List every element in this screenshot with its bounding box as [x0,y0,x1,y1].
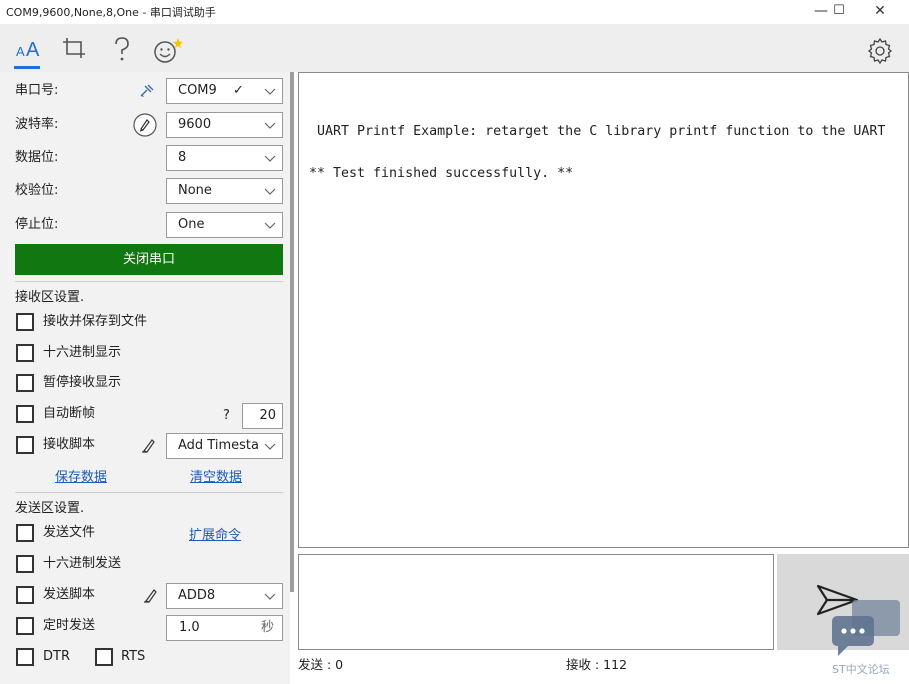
crop-icon [63,38,85,58]
timed-send-value: 1.0 [179,620,200,635]
pause-display-label: 暂停接收显示 [43,375,122,390]
save-data-link[interactable]: 保存数据 [55,466,107,485]
hex-send-checkbox[interactable] [16,555,34,573]
close-port-button[interactable]: 关闭串口 [15,244,283,275]
receive-script-value: Add Timesta [178,438,259,453]
chevron-down-icon [264,584,276,617]
script-edit-icon[interactable] [140,436,158,454]
chevron-down-icon [264,179,276,212]
parity-select[interactable]: None [166,178,283,204]
auto-frame-input[interactable]: 20 [242,403,283,429]
send-script-label: 发送脚本 [43,587,96,602]
port-select[interactable]: COM9 ✓ [166,78,283,104]
maximize-button[interactable]: ☐ [819,0,859,24]
active-tool-indicator [14,66,40,69]
pause-display-checkbox[interactable] [16,374,34,392]
font-size-icon: A A [16,39,40,60]
timed-send-label: 定时发送 [43,618,96,633]
baud-label: 波特率: [15,117,59,132]
settings-button[interactable] [864,32,896,64]
left-panel: 串口号: COM9 ✓ 波特率: 9600 数据位: 8 校验位: None 停… [0,72,290,684]
close-button[interactable]: ✕ [860,0,900,24]
gear-icon [867,37,893,64]
font-size-button[interactable]: A A [12,32,44,64]
baud-select[interactable]: 9600 [166,112,283,138]
chevron-down-icon [264,434,276,467]
sent-count: 发送 : 0 [298,657,344,672]
stopbits-value: One [178,217,205,232]
crop-button[interactable] [58,32,90,64]
port-check-icon: ✓ [233,83,244,98]
send-file-label: 发送文件 [43,525,96,540]
window-title: COM9,9600,None,8,One - 串口调试助手 [6,6,216,19]
databits-label: 数据位: [15,150,59,165]
dtr-checkbox[interactable] [16,648,34,666]
svg-text:A: A [16,44,25,59]
timed-send-unit: 秒 [260,620,274,635]
receive-settings-header: 接收区设置. [15,290,85,305]
chevron-down-icon [264,146,276,179]
rts-label: RTS [121,649,146,664]
receive-script-label: 接收脚本 [43,437,96,452]
baud-value: 9600 [178,117,212,132]
stopbits-label: 停止位: [15,217,59,232]
rts-checkbox[interactable] [95,648,113,666]
send-input[interactable] [298,554,774,650]
divider [15,492,283,493]
send-file-checkbox[interactable] [16,524,34,542]
receive-script-select[interactable]: Add Timesta [166,433,283,459]
watermark-text: ST中文论坛 [832,663,890,676]
port-value: COM9 [178,83,217,98]
receive-area[interactable]: UART Printf Example: retarget the C libr… [298,72,909,548]
extended-command-link[interactable]: 扩展命令 [189,524,241,543]
forum-watermark-icon [832,600,900,656]
chevron-down-icon [264,113,276,146]
send-script-select[interactable]: ADD8 [166,583,283,609]
title-bar: COM9,9600,None,8,One - 串口调试助手 — ☐ ✕ [0,0,909,24]
send-script-checkbox[interactable] [16,586,34,604]
hex-display-checkbox[interactable] [16,344,34,362]
port-scan-icon[interactable] [138,82,156,100]
timed-send-checkbox[interactable] [16,617,34,635]
left-panel-scrollbar[interactable] [290,72,294,592]
send-script-value: ADD8 [178,588,216,603]
send-settings-header: 发送区设置. [15,501,85,516]
svg-text:A: A [26,39,40,60]
save-to-file-checkbox[interactable] [16,313,34,331]
port-label: 串口号: [15,83,59,98]
receive-script-checkbox[interactable] [16,436,34,454]
clear-data-link[interactable]: 清空数据 [190,466,242,485]
toolbar: A A [0,24,909,72]
databits-select[interactable]: 8 [166,145,283,171]
hex-send-label: 十六进制发送 [43,556,122,571]
help-icon [115,37,129,61]
timed-send-interval-input[interactable]: 1.0 秒 [166,615,283,641]
feedback-button[interactable] [152,32,184,64]
divider [15,281,283,282]
auto-frame-help-icon[interactable]: ? [223,406,230,426]
help-button[interactable] [106,32,138,64]
auto-frame-checkbox[interactable] [16,405,34,423]
received-count: 接收 : 112 [566,657,628,672]
stopbits-select[interactable]: One [166,212,283,238]
databits-value: 8 [178,150,187,165]
script-edit-icon[interactable] [142,586,160,604]
save-to-file-label: 接收并保存到文件 [43,314,148,329]
parity-label: 校验位: [15,183,59,198]
dtr-label: DTR [43,649,70,664]
auto-frame-label: 自动断帧 [43,406,96,421]
receive-text: UART Printf Example: retarget the C libr… [309,124,886,181]
smiley-icon [154,38,183,63]
hex-display-label: 十六进制显示 [43,345,122,360]
chevron-down-icon [264,213,276,246]
baud-detect-icon[interactable] [132,112,158,138]
parity-value: None [178,183,212,198]
chevron-down-icon [264,79,276,112]
